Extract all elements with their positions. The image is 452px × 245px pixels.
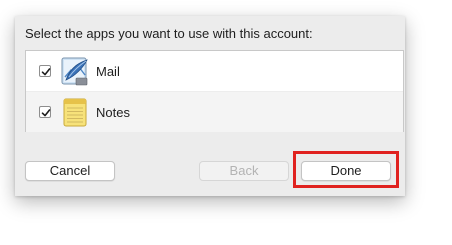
mail-icon <box>61 56 89 86</box>
notes-checkbox[interactable] <box>39 106 51 118</box>
app-row-mail[interactable]: Mail <box>26 51 403 92</box>
back-button[interactable]: Back <box>199 161 289 181</box>
app-row-notes[interactable]: Notes <box>26 91 403 132</box>
checkmark-icon <box>41 109 51 117</box>
app-selection-dialog: Select the apps you want to use with thi… <box>15 16 405 196</box>
dialog-prompt: Select the apps you want to use with thi… <box>25 26 313 41</box>
app-label-mail: Mail <box>96 64 120 79</box>
done-button[interactable]: Done <box>301 161 391 181</box>
app-label-notes: Notes <box>96 105 130 120</box>
cancel-button[interactable]: Cancel <box>25 161 115 181</box>
mail-checkbox[interactable] <box>39 65 51 77</box>
app-list: Mail Notes <box>25 50 404 132</box>
checkmark-icon <box>41 68 51 76</box>
notes-icon <box>61 97 89 127</box>
